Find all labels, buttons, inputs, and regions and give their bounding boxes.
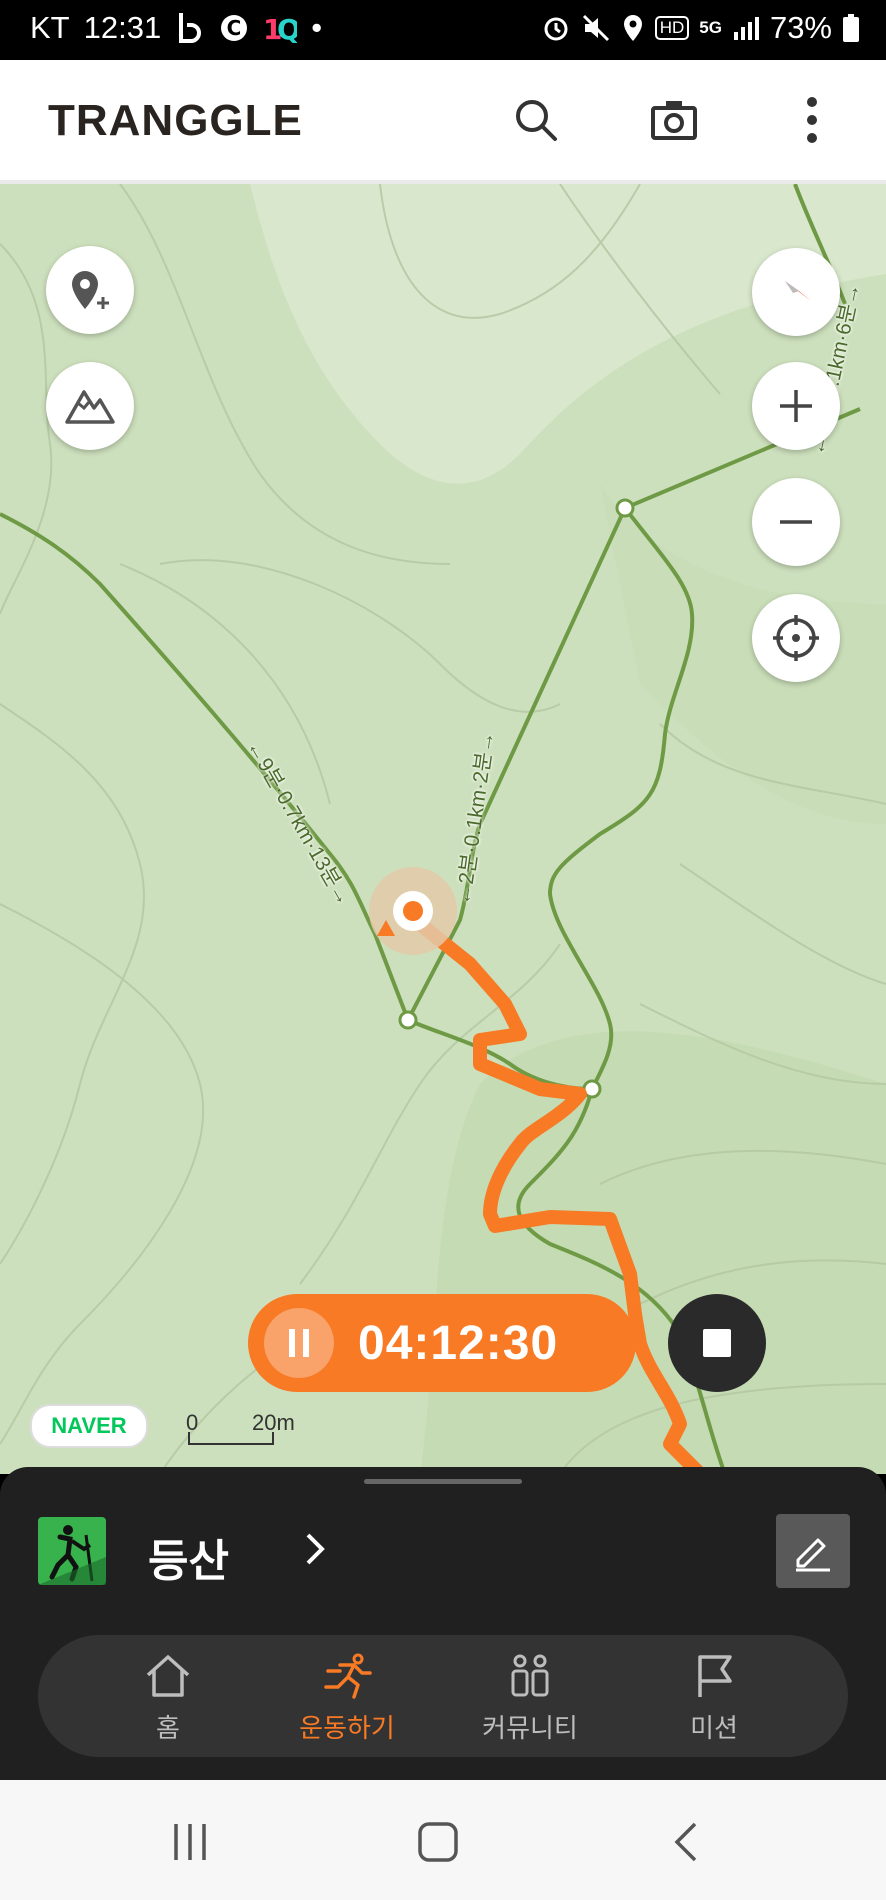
camera-button[interactable] <box>644 90 704 150</box>
locate-icon <box>773 615 819 661</box>
pause-button[interactable] <box>264 1308 334 1378</box>
camera-icon <box>651 101 697 140</box>
5g-icon: 5G <box>699 18 722 37</box>
add-location-button[interactable] <box>46 246 134 334</box>
locate-button[interactable] <box>752 594 840 682</box>
compass-icon <box>785 281 811 301</box>
back-button[interactable] <box>646 1812 726 1872</box>
tab-workout[interactable]: 운동하기 <box>272 1653 422 1743</box>
flag-icon <box>698 1655 732 1697</box>
search-icon <box>516 100 557 141</box>
chevron-right-icon[interactable] <box>304 1529 328 1569</box>
bottom-tab-bar: 홈 운동하기 커뮤니티 미션 <box>38 1635 848 1757</box>
tab-home-label: 홈 <box>156 1713 180 1743</box>
b-icon <box>179 13 202 43</box>
home-nav-button[interactable] <box>398 1812 478 1872</box>
notification-dot: • <box>311 10 323 45</box>
tab-community-label: 커뮤니티 <box>482 1713 578 1743</box>
c-icon: C <box>221 15 248 41</box>
alarm-icon <box>544 17 568 41</box>
1q-icon: 1Q <box>263 13 297 43</box>
tab-workout-label: 운동하기 <box>299 1713 395 1743</box>
activity-type-badge <box>38 1517 106 1585</box>
naver-logo[interactable]: NAVER <box>30 1404 148 1448</box>
map-scale: 0 20m <box>186 1410 295 1450</box>
running-icon <box>324 1653 372 1699</box>
mute-icon <box>582 14 609 42</box>
signal-icon <box>733 17 759 40</box>
recording-timer: 04:12:30 <box>248 1294 636 1392</box>
zoom-out-icon <box>780 520 812 524</box>
location-icon <box>623 15 642 41</box>
community-icon <box>511 1654 549 1697</box>
activity-name[interactable]: 등산 <box>148 1525 229 1589</box>
bottom-sheet: 등산 홈 운동하기 커뮤니티 미션 <box>0 1467 886 1780</box>
zoom-in-button[interactable] <box>752 362 840 450</box>
svg-text:C: C <box>227 16 242 40</box>
home-button-icon <box>418 1822 458 1862</box>
zoom-in-icon <box>780 390 812 422</box>
add-location-icon <box>72 271 109 309</box>
tab-home[interactable]: 홈 <box>93 1653 243 1743</box>
pause-icon <box>289 1329 309 1357</box>
map-view[interactable]: ←9분·0.7km·13분→ ←2분·0.1km·2분→ ←2분·0.1km·6… <box>0 184 886 1474</box>
back-icon <box>674 1822 697 1862</box>
recent-apps-button[interactable] <box>150 1812 230 1872</box>
app-bar: TRANGGLE <box>0 60 886 184</box>
more-button[interactable] <box>782 90 842 150</box>
elapsed-time: 04:12:30 <box>358 1317 559 1370</box>
battery-icon <box>843 14 859 42</box>
stop-icon <box>703 1329 731 1357</box>
zoom-out-button[interactable] <box>752 478 840 566</box>
carrier: KT <box>30 10 70 45</box>
more-vert-icon <box>807 97 817 143</box>
stop-button[interactable] <box>668 1294 766 1392</box>
status-bar: KT 12:31 C 1Q • HD 5G 73% <box>0 0 886 60</box>
app-logo: TRANGGLE <box>48 96 303 145</box>
home-icon <box>146 1655 190 1697</box>
map-canvas <box>0 184 886 1474</box>
battery-percent: 73% <box>769 10 832 45</box>
svg-text:Q: Q <box>277 13 297 43</box>
mountain-button[interactable] <box>46 362 134 450</box>
system-nav-bar <box>0 1780 886 1900</box>
sheet-handle[interactable] <box>364 1479 522 1484</box>
edit-icon <box>796 1538 830 1572</box>
mountain-icon <box>65 390 115 424</box>
tab-mission-label: 미션 <box>690 1713 738 1743</box>
recent-apps-icon <box>174 1824 206 1860</box>
search-button[interactable] <box>506 90 566 150</box>
tab-community[interactable]: 커뮤니티 <box>455 1653 605 1743</box>
edit-button[interactable] <box>776 1514 850 1588</box>
compass-button[interactable] <box>752 248 840 336</box>
hiking-icon <box>38 1525 106 1585</box>
clock: 12:31 <box>83 10 162 45</box>
scale-bar <box>188 1432 274 1445</box>
tab-mission[interactable]: 미션 <box>639 1653 789 1743</box>
hd-icon: HD <box>654 16 690 40</box>
